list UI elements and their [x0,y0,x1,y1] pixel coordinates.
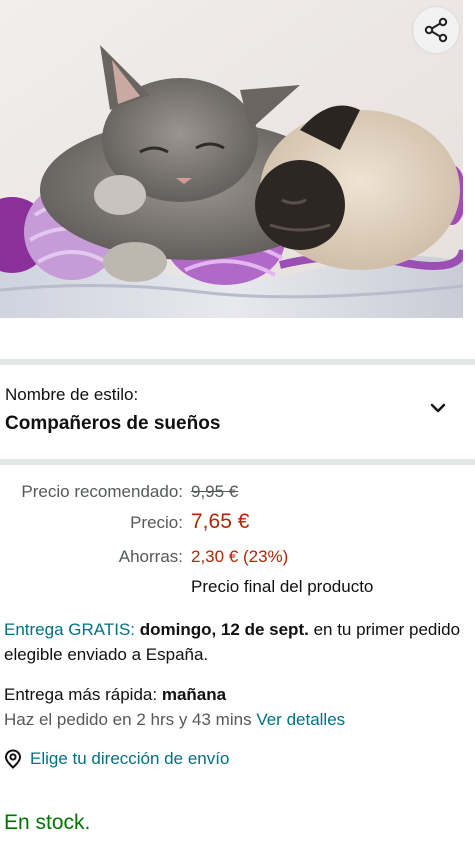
style-selector[interactable]: Nombre de estilo: Compañeros de sueños [0,366,475,459]
delivery-date: domingo, 12 de sept. [139,620,309,639]
fast-delivery-when: mañana [161,685,227,704]
location-pin-icon [4,749,22,769]
chevron-down-icon[interactable] [426,396,450,420]
free-delivery-label: Entrega GRATIS: [4,620,136,639]
fast-delivery-info: Entrega más rápida: mañana Haz el pedido… [4,682,469,732]
price-label: Precio: [130,513,183,532]
product-image[interactable] [0,0,463,318]
fast-delivery-label: Entrega más rápida: [4,685,158,704]
section-divider [0,359,475,365]
price-row: Precio: 7,65 € [0,510,475,540]
savings-value: 2,30 € (23%) [191,547,289,566]
delivery-info: Entrega GRATIS: domingo, 12 de sept. en … [4,617,469,667]
stock-status: En stock. [4,811,91,834]
kitten-and-pug-sleeping-image [0,0,463,318]
recommended-price-value: 9,95 € [191,482,239,501]
choose-address-link[interactable]: Elige tu dirección de envío [4,747,229,771]
choose-address-label: Elige tu dirección de envío [30,749,230,768]
share-button[interactable] [413,7,459,53]
final-price-note-row: Precio final del producto [0,577,475,607]
savings-row: Ahorras: 2,30 € (23%) [0,547,475,577]
section-divider [0,459,475,465]
share-icon [424,17,448,43]
details-link[interactable]: Ver detalles [256,710,345,729]
recommended-price-row: Precio recomendado: 9,95 € [0,482,475,512]
recommended-price-label: Precio recomendado: [21,482,183,501]
final-price-note: Precio final del producto [191,577,374,596]
style-label: Nombre de estilo: [5,385,139,404]
style-value: Compañeros de sueños [5,413,221,434]
savings-label: Ahorras: [118,547,183,566]
order-within-text: Haz el pedido en 2 hrs y 43 mins [4,710,252,729]
price-value: 7,65 € [191,510,250,533]
